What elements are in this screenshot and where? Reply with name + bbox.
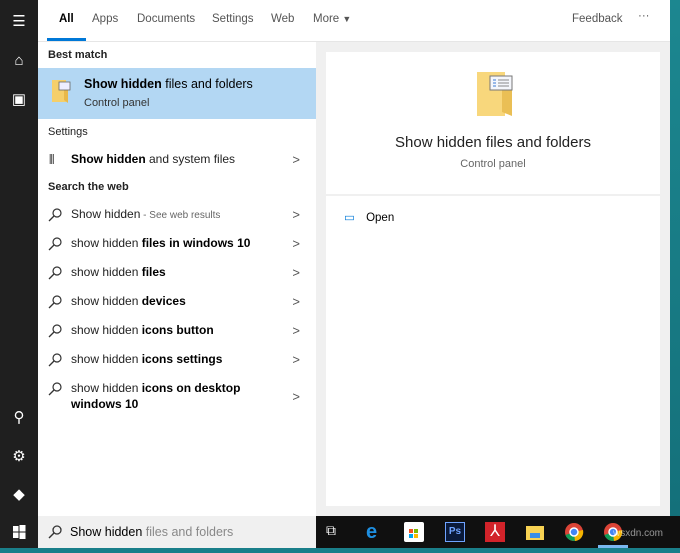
open-external-icon: ▭ xyxy=(344,212,355,224)
home-icon[interactable]: ⌂ xyxy=(9,51,29,71)
suggestion-bold: icons settings xyxy=(141,352,223,366)
chevron-right-icon: > xyxy=(292,265,300,280)
tab-documents[interactable]: Documents xyxy=(137,13,195,25)
tab-more-label: More xyxy=(313,13,340,25)
user-icon[interactable]: ⚲ xyxy=(9,408,29,428)
photoshop-icon[interactable]: Ps xyxy=(445,522,465,542)
more-options-icon[interactable]: ··· xyxy=(638,10,650,22)
search-icon xyxy=(48,266,62,280)
suggestion-plain: Show hidden xyxy=(71,207,141,221)
suggestion-suffix: - See web results xyxy=(140,210,221,221)
best-match-title-bold: Show hidden xyxy=(84,77,162,91)
search-icon xyxy=(48,324,62,338)
search-typed-text: Show hidden xyxy=(70,525,143,539)
search-web-heading: Search the web xyxy=(48,181,129,193)
web-suggestion-item[interactable]: show hidden icons button > xyxy=(38,323,316,343)
preview-pane: Show hidden files and folders Control pa… xyxy=(316,42,670,516)
search-icon xyxy=(48,382,62,396)
start-sidebar: ☰ ⌂ ▣ ⚲ ⚙ ◆ xyxy=(0,0,38,516)
web-suggestion-item[interactable]: show hidden devices > xyxy=(38,294,316,314)
settings-item-bold: Show hidden xyxy=(71,152,146,166)
chevron-right-icon: > xyxy=(292,236,300,251)
folder-control-panel-large-icon xyxy=(477,72,513,116)
acrobat-icon[interactable]: ⅄ xyxy=(485,522,505,542)
suggestion-plain: show hidden xyxy=(71,381,142,395)
tab-more[interactable]: More ▼ xyxy=(313,13,351,25)
tab-all[interactable]: All xyxy=(47,13,86,41)
task-view-icon[interactable]: ⧉ xyxy=(326,522,346,542)
preview-card: Show hidden files and folders Control pa… xyxy=(326,52,660,194)
best-match-title-rest: files and folders xyxy=(161,77,253,91)
search-suggestion-text: files and folders xyxy=(142,525,234,539)
folder-control-panel-icon xyxy=(52,80,71,103)
settings-item[interactable]: ⫴ Show hidden and system files > xyxy=(38,152,316,172)
web-suggestion-item[interactable]: show hidden files > xyxy=(38,265,316,285)
store-icon[interactable] xyxy=(404,522,424,542)
settings-sliders-icon: ⫴ xyxy=(49,152,55,167)
suggestion-bold: files xyxy=(141,265,166,279)
chevron-right-icon: > xyxy=(292,389,300,404)
web-suggestion-item[interactable]: show hidden icons settings > xyxy=(38,352,316,372)
suggestion-plain: show hidden xyxy=(71,323,142,337)
suggestion-plain: show hidden xyxy=(71,265,142,279)
filter-tabs: All Apps Documents Settings Web More ▼ F… xyxy=(38,0,670,42)
settings-heading: Settings xyxy=(48,126,88,138)
suggestion-bold: icons button xyxy=(141,323,214,337)
chevron-right-icon: > xyxy=(292,294,300,309)
suggestion-plain: show hidden xyxy=(71,236,142,250)
web-suggestion-item[interactable]: show hidden files in windows 10 > xyxy=(38,236,316,256)
edge-icon[interactable]: e xyxy=(366,522,386,542)
chevron-down-icon: ▼ xyxy=(342,14,352,24)
preview-title: Show hidden files and folders xyxy=(395,134,591,151)
best-match-subtitle: Control panel xyxy=(84,97,150,109)
hamburger-menu-icon[interactable]: ☰ xyxy=(9,12,29,32)
desktop-background xyxy=(670,0,680,516)
windows-logo-icon xyxy=(13,525,26,539)
search-icon xyxy=(48,525,62,539)
search-icon xyxy=(48,353,62,367)
settings-item-rest: and system files xyxy=(145,152,236,166)
search-icon xyxy=(48,295,62,309)
suggestion-bold: files in windows 10 xyxy=(141,236,251,250)
feedback-link[interactable]: Feedback xyxy=(572,13,623,25)
suggestion-bold: devices xyxy=(141,294,186,308)
tab-apps[interactable]: Apps xyxy=(92,13,118,25)
search-icon xyxy=(48,208,62,222)
chevron-right-icon: > xyxy=(292,323,300,338)
feedback-person-icon[interactable]: ◆ xyxy=(9,485,29,505)
best-match-heading: Best match xyxy=(48,49,108,61)
best-match-item[interactable]: Show hidden files and folders Control pa… xyxy=(38,68,316,119)
actions-card: ▭ Open xyxy=(326,196,660,506)
open-action[interactable]: ▭ Open xyxy=(344,210,394,224)
suggestion-plain: show hidden xyxy=(71,352,142,366)
web-suggestion-item[interactable]: Show hidden - See web results > xyxy=(38,207,316,227)
web-suggestion-item[interactable]: show hidden icons on desktop windows 10 … xyxy=(38,381,316,417)
chrome-icon[interactable] xyxy=(564,522,584,542)
search-icon xyxy=(48,237,62,251)
chevron-right-icon: > xyxy=(292,152,300,167)
tab-web[interactable]: Web xyxy=(271,13,294,25)
search-box[interactable]: Show hidden files and folders xyxy=(38,516,316,548)
chevron-right-icon: > xyxy=(292,207,300,222)
preview-subtitle: Control panel xyxy=(460,158,526,170)
open-label: Open xyxy=(366,212,395,224)
start-button[interactable] xyxy=(0,516,38,548)
tab-settings[interactable]: Settings xyxy=(212,13,254,25)
taskbar: ⧉ e Ps ⅄ wsxdn.com xyxy=(316,516,680,548)
gear-icon[interactable]: ⚙ xyxy=(9,447,29,467)
chevron-right-icon: > xyxy=(292,352,300,367)
watermark: wsxdn.com xyxy=(613,528,664,539)
notebook-icon[interactable]: ▣ xyxy=(9,90,29,110)
suggestion-plain: show hidden xyxy=(71,294,142,308)
file-explorer-icon[interactable] xyxy=(525,522,545,542)
